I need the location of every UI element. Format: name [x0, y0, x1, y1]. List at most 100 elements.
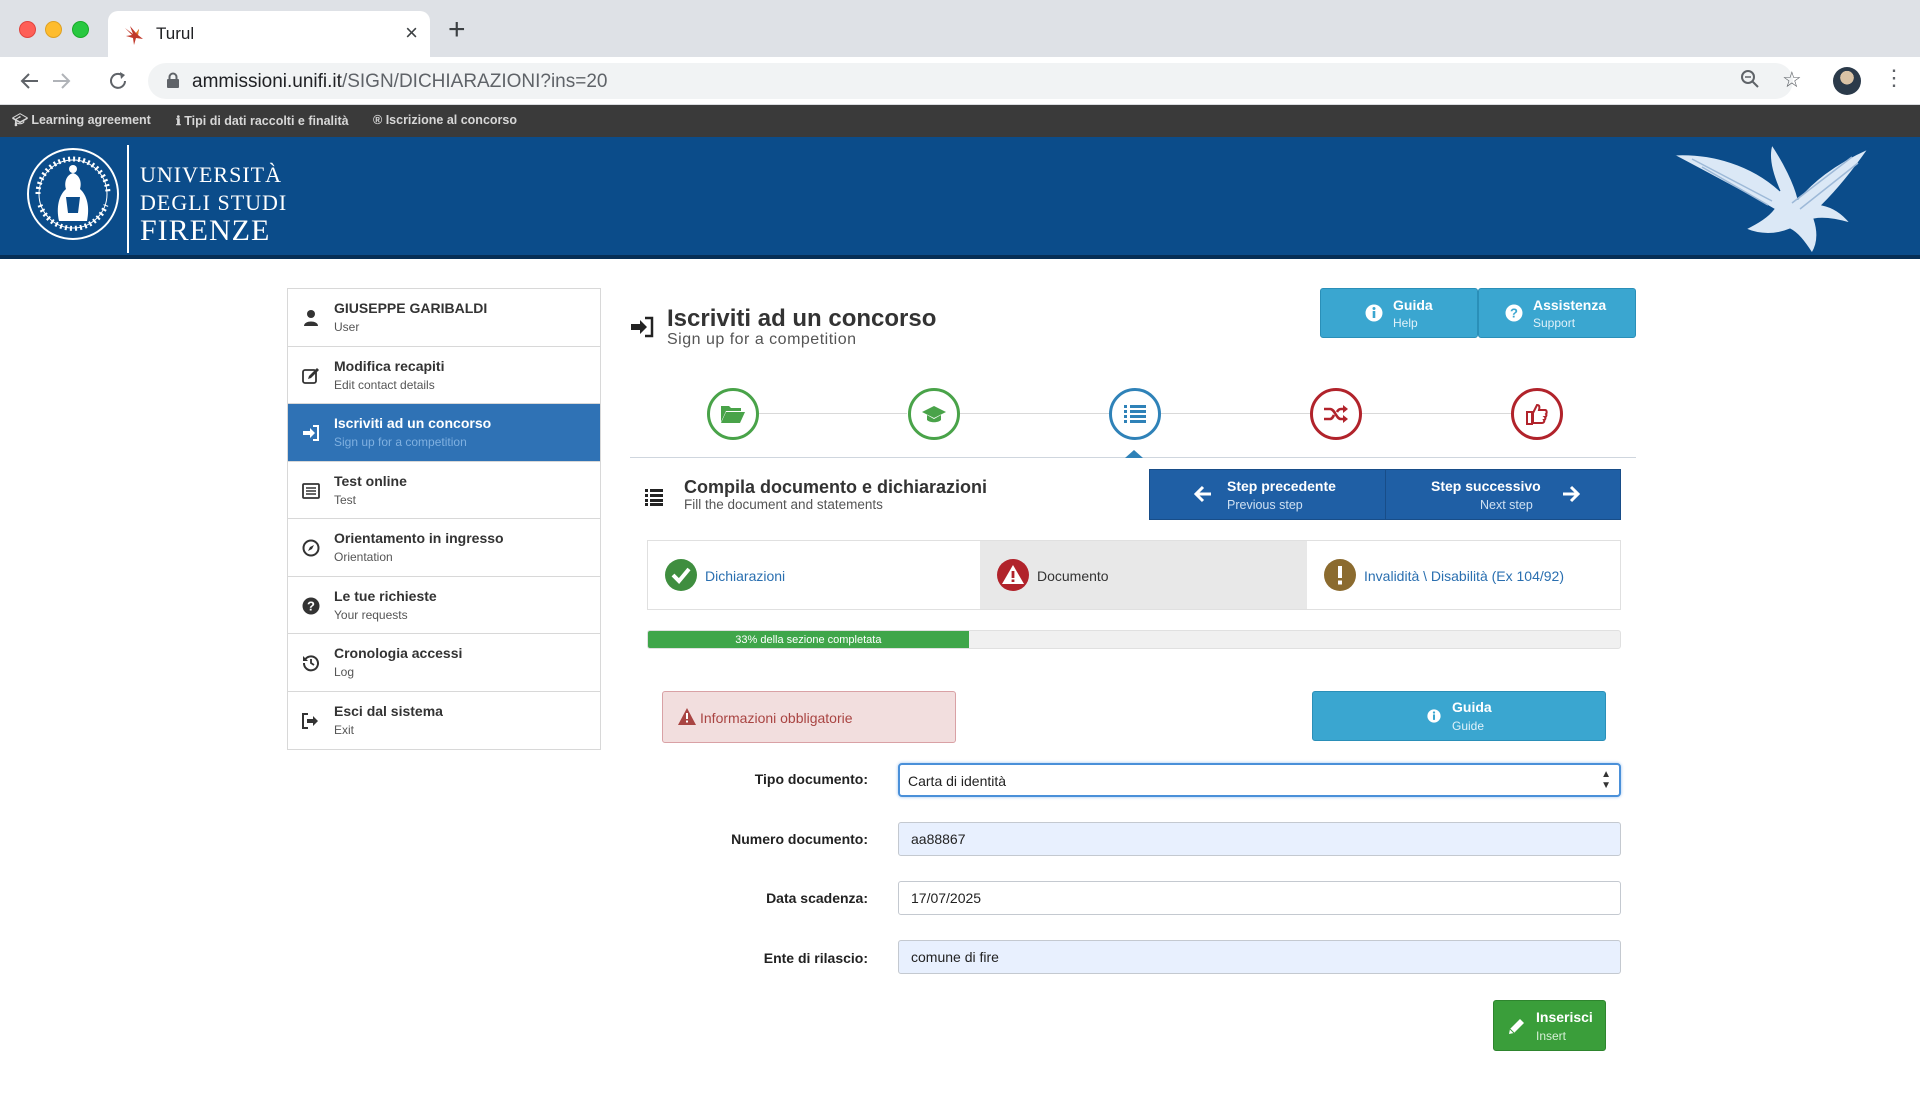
info-icon [1427, 709, 1441, 723]
help-button-label: Guida [1393, 297, 1433, 313]
insert-button-label: Inserisci [1536, 1009, 1593, 1025]
info-icon: ℹ [176, 114, 185, 128]
sidebar-item-sublabel: Edit contact details [334, 377, 435, 392]
bookmark-tipi-dati[interactable]: ℹ Tipi di dati raccolti e finalità [176, 113, 349, 128]
sidebar-item-exit[interactable]: Esci dal sistema Exit [288, 692, 600, 750]
step-2[interactable] [908, 388, 960, 440]
zoom-icon[interactable] [1740, 69, 1760, 95]
subtab-invalidita[interactable]: Invalidità \ Disabilità (Ex 104/92) [1307, 541, 1620, 609]
sidebar-item-label: Le tue richieste [334, 587, 437, 604]
sidebar-item-sublabel: Your requests [334, 607, 408, 622]
lock-icon [167, 72, 179, 88]
profile-avatar[interactable] [1833, 67, 1861, 95]
forward-icon[interactable] [45, 65, 77, 97]
check-circle-icon [665, 559, 697, 591]
shuffle-icon [1324, 405, 1348, 423]
select-arrows-icon: ▲ ▼ [1601, 769, 1611, 791]
guide-button[interactable]: Guida Guide [1312, 691, 1606, 741]
help-button-sublabel: Help [1393, 316, 1418, 330]
registered-icon: ® [373, 113, 386, 127]
numero-documento-label: Numero documento: [731, 831, 868, 847]
graduation-cap-icon [922, 406, 946, 423]
edit-icon [302, 367, 319, 384]
tab-title: Turul [156, 24, 195, 43]
arrow-right-icon [1563, 485, 1580, 503]
url-text: ammissioni.unifi.it/SIGN/DICHIARAZIONI?i… [192, 71, 608, 92]
step-connector [1362, 413, 1511, 414]
previous-step-sublabel: Previous step [1227, 498, 1303, 512]
tipo-documento-value: Carta di identità [908, 773, 1007, 789]
sidebar-item-requests[interactable]: ? Le tue richieste Your requests [288, 577, 600, 634]
address-bar[interactable]: ammissioni.unifi.it/SIGN/DICHIARAZIONI?i… [148, 63, 1802, 99]
guide-button-sublabel: Guide [1452, 719, 1485, 733]
support-button-sublabel: Support [1533, 316, 1576, 330]
menu-kebab-icon[interactable]: ⋮ [1883, 65, 1905, 91]
sidebar-item-sublabel: User [334, 320, 360, 334]
data-scadenza-input[interactable] [898, 881, 1621, 915]
sidebar-item-label: Esci dal sistema [334, 702, 443, 719]
step-connector [1161, 413, 1310, 414]
previous-step-button[interactable]: Step precedente Previous step [1149, 469, 1386, 520]
guide-button-label: Guida [1452, 699, 1492, 715]
bookmark-iscrizione[interactable]: ® Iscrizione al concorso [373, 113, 517, 127]
warning-icon [678, 708, 696, 725]
university-name[interactable]: UNIVERSITÀ DEGLI STUDI FIRENZE [140, 161, 287, 246]
section-subtabs: Dichiarazioni Documento Invalidità \ Dis… [647, 540, 1621, 610]
turul-bird-icon [125, 26, 143, 45]
step-1[interactable] [707, 388, 759, 440]
subtab-label: Dichiarazioni [705, 568, 786, 584]
page-subtitle: Sign up for a competition [667, 331, 857, 348]
bookmark-star-icon[interactable]: ☆ [1782, 67, 1802, 93]
sidebar-item-edit-contacts[interactable]: Modifica recapiti Edit contact details [288, 347, 600, 404]
subtab-label: Invalidità \ Disabilità (Ex 104/92) [1364, 568, 1564, 584]
insert-button[interactable]: Inserisci Insert [1493, 1000, 1606, 1051]
tab-close-icon[interactable]: × [405, 20, 418, 46]
sidebar-item-sublabel: Sign up for a competition [334, 435, 467, 449]
next-step-label: Step successivo [1431, 478, 1541, 494]
sidebar-item-label: Modifica recapiti [334, 357, 445, 374]
window-zoom-button[interactable] [72, 21, 89, 38]
window-minimize-button[interactable] [45, 21, 62, 38]
subtab-documento[interactable]: Documento [980, 541, 1307, 609]
subtab-dichiarazioni[interactable]: Dichiarazioni [648, 541, 980, 609]
sidebar-item-test-online[interactable]: Test online Test [288, 462, 600, 519]
thumbs-up-icon [1526, 403, 1548, 425]
previous-step-label: Step precedente [1227, 478, 1336, 494]
tipo-documento-select[interactable]: Carta di identità ▲ ▼ [898, 763, 1621, 797]
compass-icon [302, 539, 320, 557]
window-close-button[interactable] [19, 21, 36, 38]
help-button[interactable]: Guida Help [1320, 288, 1478, 338]
sidebar-item-sublabel: Log [334, 665, 355, 679]
sidebar-item-access-log[interactable]: Cronologia accessi Log [288, 634, 600, 692]
sidebar-item-signup-competition[interactable]: Iscriviti ad un concorso Sign up for a c… [288, 404, 600, 462]
step-4[interactable] [1310, 388, 1362, 440]
reload-icon[interactable] [102, 65, 134, 97]
ente-rilascio-input[interactable] [898, 940, 1621, 974]
university-seal-logo[interactable] [26, 147, 120, 241]
sidebar-item-label: Cronologia accessi [334, 645, 463, 661]
sign-in-icon [631, 316, 654, 338]
step-5[interactable] [1511, 388, 1563, 440]
sidebar-item-user[interactable]: GIUSEPPE GARIBALDI User [288, 289, 600, 347]
sidebar-item-label: Iscriviti ad un concorso [334, 415, 492, 431]
numero-documento-input[interactable] [898, 822, 1621, 856]
sidebar-item-orientation[interactable]: Orientamento in ingresso Orientation [288, 519, 600, 577]
svg-text:?: ? [307, 598, 315, 613]
sidebar-menu: GIUSEPPE GARIBALDI User Modifica recapit… [287, 288, 601, 750]
question-icon: ? [302, 597, 320, 614]
ente-rilascio-label: Ente di rilascio: [763, 950, 868, 966]
sign-in-icon [303, 425, 319, 441]
section-subtitle: Fill the document and statements [684, 497, 883, 512]
section-progress-bar: 33% della sezione completata [647, 630, 1621, 649]
support-button[interactable]: ? Assistenza Support [1478, 288, 1636, 338]
list-icon [645, 489, 663, 506]
bookmark-learning-agreement[interactable]: 🎓︎ Learning agreement [12, 113, 151, 128]
step-navigation: Step precedente Previous step Step succe… [1149, 469, 1621, 520]
next-step-button[interactable]: Step successivo Next step [1385, 469, 1621, 520]
new-tab-icon[interactable]: + [448, 14, 466, 46]
step-3[interactable] [1109, 388, 1161, 440]
browser-tab[interactable]: Turul × [108, 11, 430, 57]
back-icon[interactable] [14, 65, 46, 97]
subtab-label: Documento [1037, 568, 1109, 584]
insert-button-sublabel: Insert [1536, 1029, 1567, 1043]
